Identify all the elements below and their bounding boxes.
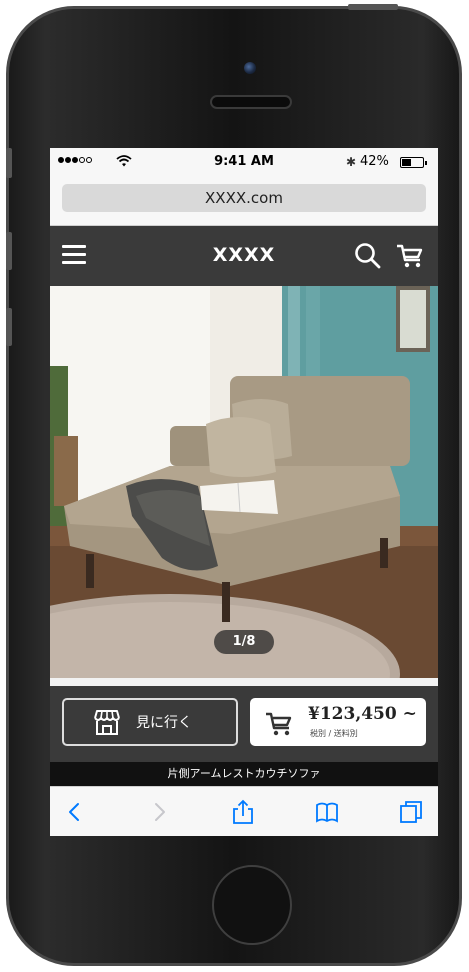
- product-name: 片側アームレストカウチソファ: [50, 762, 438, 786]
- volume-up-button: [6, 232, 12, 270]
- url-bar[interactable]: XXXX.com: [62, 184, 426, 212]
- search-icon[interactable]: [353, 241, 383, 271]
- cart-icon[interactable]: [395, 241, 425, 271]
- product-price: ¥123,450 ~: [308, 704, 417, 724]
- action-bar: 見に行く ¥123,450 ~ 税別 / 送料別: [50, 686, 438, 762]
- status-bar: 9:41 AM ✱ 42%: [50, 148, 438, 176]
- home-button[interactable]: [212, 865, 292, 945]
- battery-percentage: 42%: [360, 154, 389, 169]
- sofa-illustration: [50, 286, 438, 678]
- battery-icon: [400, 157, 427, 168]
- forward-icon[interactable]: [146, 799, 172, 825]
- camera: [244, 62, 256, 74]
- tabs-icon[interactable]: [398, 799, 424, 825]
- share-icon[interactable]: [230, 799, 256, 825]
- volume-down-button: [6, 308, 12, 346]
- phone-screen: 9:41 AM ✱ 42% XXXX.com XXXX 1/8 見に行く ¥12…: [50, 148, 438, 836]
- purchase-button[interactable]: ¥123,450 ~ 税別 / 送料別: [250, 698, 426, 746]
- bluetooth-icon: ✱: [346, 155, 357, 169]
- cart-icon: [266, 712, 292, 736]
- product-photo[interactable]: 1/8: [50, 286, 438, 678]
- sleep-button: [348, 4, 398, 10]
- back-icon[interactable]: [62, 799, 88, 825]
- store-icon: [94, 710, 120, 735]
- image-counter: 1/8: [214, 630, 274, 654]
- image-divider: [50, 678, 438, 686]
- mute-switch: [6, 148, 12, 178]
- bookmarks-icon[interactable]: [314, 799, 340, 825]
- browser-toolbar: [50, 786, 438, 836]
- visit-store-button[interactable]: 見に行く: [62, 698, 238, 746]
- browser-address-area: XXXX.com: [50, 176, 438, 226]
- price-note: 税別 / 送料別: [310, 729, 358, 738]
- site-header: XXXX: [50, 226, 438, 286]
- visit-store-label: 見に行く: [136, 715, 192, 731]
- speaker-grille: [210, 95, 292, 109]
